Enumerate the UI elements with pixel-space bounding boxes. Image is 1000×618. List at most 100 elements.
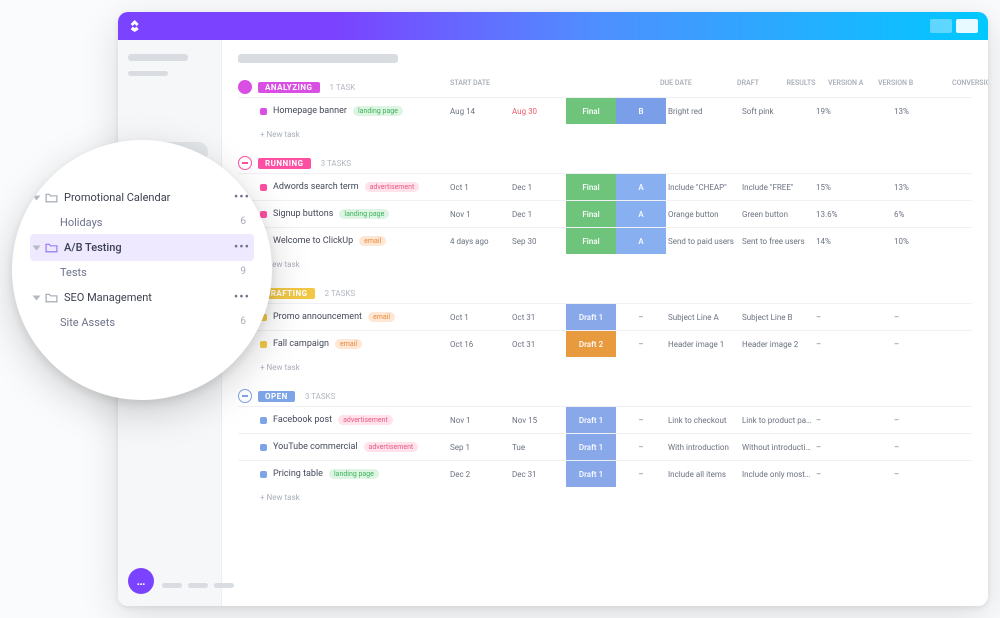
results-chip[interactable]: A <box>616 201 666 227</box>
new-task-button[interactable]: + New task <box>238 124 972 147</box>
task-tag[interactable]: advertisement <box>364 442 419 452</box>
draft-chip[interactable]: Draft 1 <box>566 461 616 487</box>
version-a-cell[interactable]: Include "CHEAP" <box>666 183 740 192</box>
due-date-cell[interactable]: Oct 31 <box>510 340 566 349</box>
due-date-cell[interactable]: Sep 30 <box>510 237 566 246</box>
start-date-cell[interactable]: Dec 2 <box>448 470 510 479</box>
due-date-cell[interactable]: Dec 1 <box>510 210 566 219</box>
start-date-cell[interactable]: Nov 1 <box>448 416 510 425</box>
sidebar-item-tests[interactable]: Tests 9 <box>30 261 254 284</box>
status-label[interactable]: RUNNING <box>258 158 311 169</box>
conversion-b-cell[interactable]: 13% <box>892 107 970 116</box>
conversion-b-cell[interactable]: 6% <box>892 210 970 219</box>
start-date-cell[interactable]: 4 days ago <box>448 237 510 246</box>
chevron-down-icon[interactable] <box>33 295 41 300</box>
version-a-cell[interactable]: With introduction <box>666 443 740 452</box>
due-date-cell[interactable]: Oct 31 <box>510 313 566 322</box>
version-a-cell[interactable]: Link to checkout <box>666 416 740 425</box>
version-a-cell[interactable]: Subject Line A <box>666 313 740 322</box>
task-tag[interactable]: landing page <box>329 469 379 479</box>
chat-icon[interactable]: … <box>128 568 154 594</box>
sidebar-item-promotional-calendar[interactable]: Promotional Calendar ••• <box>30 184 254 211</box>
version-a-cell[interactable]: Include all items <box>666 470 740 479</box>
status-label[interactable]: ANALYZING <box>258 82 320 93</box>
start-date-cell[interactable]: Aug 14 <box>448 107 510 116</box>
results-chip[interactable]: A <box>616 174 666 200</box>
new-task-button[interactable]: + New task <box>238 487 972 510</box>
window-minimize-button[interactable] <box>930 19 952 33</box>
more-icon[interactable]: ••• <box>234 240 250 255</box>
window-maximize-button[interactable] <box>956 19 978 33</box>
version-a-cell[interactable]: Orange button <box>666 210 740 219</box>
new-task-button[interactable]: + New task <box>238 357 972 380</box>
version-a-cell[interactable]: Bright red <box>666 107 740 116</box>
start-date-cell[interactable]: Nov 1 <box>448 210 510 219</box>
column-header[interactable]: DRAFT <box>720 79 776 87</box>
conversion-b-cell[interactable]: 13% <box>892 183 970 192</box>
task-tag[interactable]: email <box>368 312 395 322</box>
more-icon[interactable]: ••• <box>234 290 250 305</box>
results-cell[interactable]: – <box>616 416 666 425</box>
due-date-cell[interactable]: Tue <box>510 443 566 452</box>
column-header[interactable]: DUE DATE <box>658 79 720 87</box>
version-b-cell[interactable]: Subject Line B <box>740 313 814 322</box>
results-chip[interactable]: A <box>616 228 666 254</box>
column-header[interactable]: RESULTS <box>776 79 826 87</box>
task-row[interactable]: YouTube commercialadvertisementSep 1TueD… <box>238 433 972 460</box>
sidebar-item-site-assets[interactable]: Site Assets 6 <box>30 311 254 334</box>
sidebar-item-holidays[interactable]: Holidays 6 <box>30 211 254 234</box>
task-row[interactable]: Welcome to ClickUpemail4 days agoSep 30F… <box>238 227 972 254</box>
new-task-button[interactable]: + New task <box>238 254 972 277</box>
conversion-a-cell[interactable]: – <box>814 443 892 452</box>
task-tag[interactable]: advertisement <box>365 182 420 192</box>
chevron-down-icon[interactable] <box>33 195 41 200</box>
draft-chip[interactable]: Final <box>566 98 616 124</box>
due-date-cell[interactable]: Aug 30 <box>510 107 566 116</box>
draft-chip[interactable]: Draft 2 <box>566 331 616 357</box>
conversion-a-cell[interactable]: 14% <box>814 237 892 246</box>
task-row[interactable]: Signup buttonslanding pageNov 1Dec 1Fina… <box>238 200 972 227</box>
conversion-b-cell[interactable]: – <box>892 470 970 479</box>
column-header[interactable]: START DATE <box>448 79 658 87</box>
conversion-b-cell[interactable]: – <box>892 443 970 452</box>
column-header[interactable]: CONVERSION RATE A <box>950 79 988 87</box>
draft-chip[interactable]: Final <box>566 228 616 254</box>
chevron-down-icon[interactable] <box>33 245 41 250</box>
task-row[interactable]: Pricing tablelanding pageDec 2Dec 31Draf… <box>238 460 972 487</box>
conversion-a-cell[interactable]: – <box>814 470 892 479</box>
task-row[interactable]: Facebook postadvertisementNov 1Nov 15Dra… <box>238 406 972 433</box>
draft-chip[interactable]: Draft 1 <box>566 434 616 460</box>
task-tag[interactable]: landing page <box>339 209 389 219</box>
collapse-toggle[interactable] <box>238 156 252 170</box>
task-row[interactable]: Homepage bannerlanding pageAug 14Aug 30F… <box>238 97 972 124</box>
version-a-cell[interactable]: Send to paid users <box>666 237 740 246</box>
column-header[interactable]: VERSION B <box>876 79 950 87</box>
task-tag[interactable]: landing page <box>353 106 403 116</box>
draft-chip[interactable]: Draft 1 <box>566 407 616 433</box>
results-cell[interactable]: – <box>616 443 666 452</box>
task-row[interactable]: Promo announcementemailOct 1Oct 31Draft … <box>238 303 972 330</box>
results-chip[interactable]: B <box>616 98 666 124</box>
version-b-cell[interactable]: Green button <box>740 210 814 219</box>
start-date-cell[interactable]: Oct 1 <box>448 313 510 322</box>
version-b-cell[interactable]: Sent to free users <box>740 237 814 246</box>
version-b-cell[interactable]: Link to product page <box>740 416 814 425</box>
collapse-toggle[interactable] <box>238 80 252 94</box>
version-b-cell[interactable]: Include "FREE" <box>740 183 814 192</box>
conversion-a-cell[interactable]: 13.6% <box>814 210 892 219</box>
task-tag[interactable]: advertisement <box>338 415 393 425</box>
version-b-cell[interactable]: Include only most important items <box>740 470 814 479</box>
conversion-a-cell[interactable]: 19% <box>814 107 892 116</box>
column-header[interactable]: VERSION A <box>826 79 876 87</box>
conversion-a-cell[interactable]: – <box>814 416 892 425</box>
due-date-cell[interactable]: Nov 15 <box>510 416 566 425</box>
version-b-cell[interactable]: Soft pink <box>740 107 814 116</box>
sidebar-item-ab-testing[interactable]: A/B Testing ••• <box>30 234 254 261</box>
conversion-a-cell[interactable]: – <box>814 313 892 322</box>
conversion-a-cell[interactable]: – <box>814 340 892 349</box>
version-a-cell[interactable]: Header image 1 <box>666 340 740 349</box>
draft-chip[interactable]: Final <box>566 201 616 227</box>
task-tag[interactable]: email <box>335 339 362 349</box>
draft-chip[interactable]: Final <box>566 174 616 200</box>
version-b-cell[interactable]: Header image 2 <box>740 340 814 349</box>
